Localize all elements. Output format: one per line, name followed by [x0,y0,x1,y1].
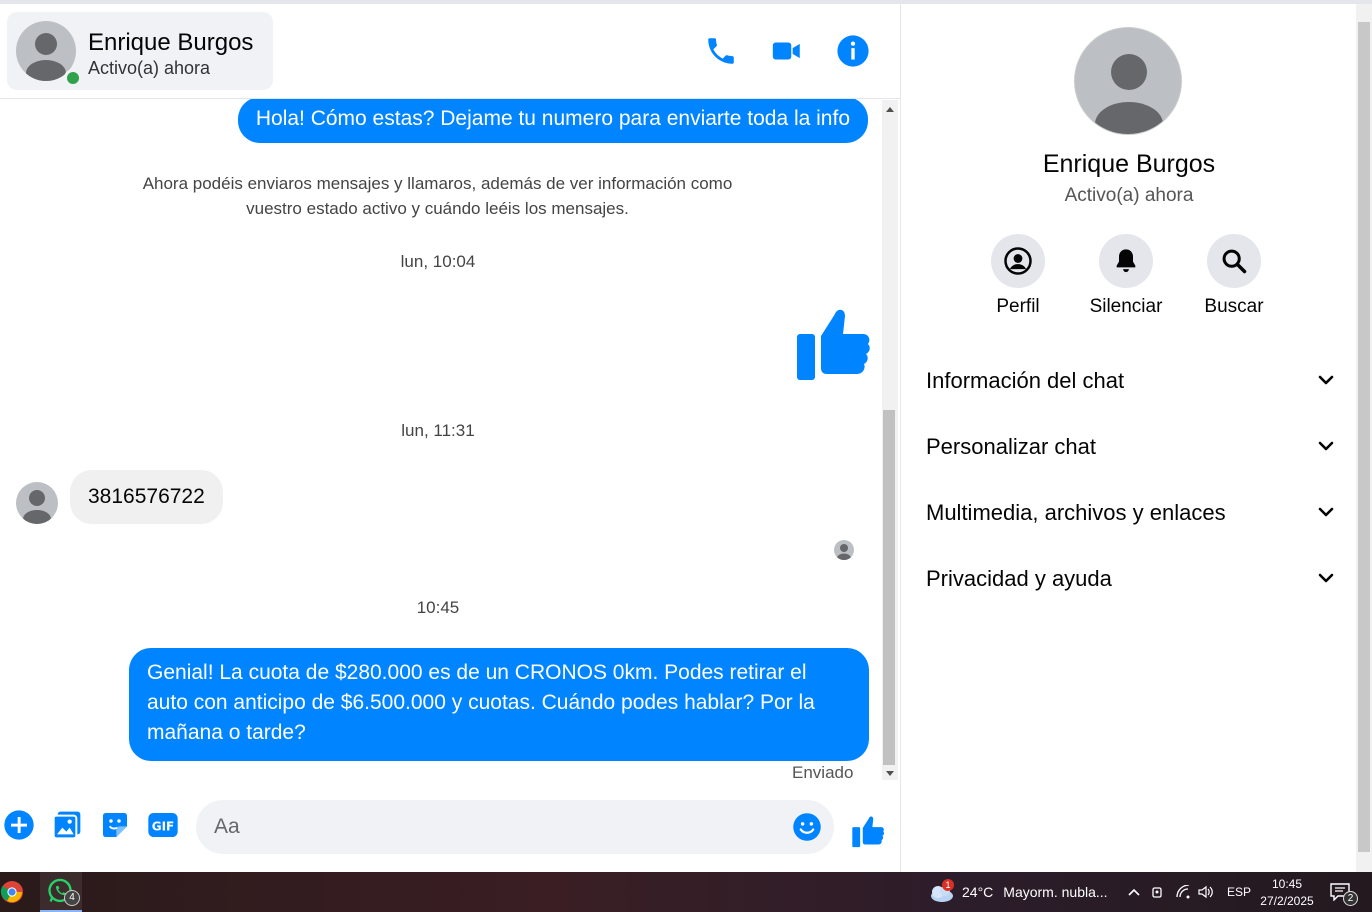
whatsapp-taskbar-button[interactable]: 4 [40,872,82,912]
composer-bar: GIF [0,794,900,864]
page-scrollbar[interactable] [1356,4,1372,872]
thumbs-up-sticker[interactable] [795,304,871,382]
messenger-window: Enrique Burgos Activo(a) ahora Hola! Cóm… [0,0,1372,912]
language-indicator[interactable]: ESP [1227,872,1251,912]
chevron-up-icon[interactable] [1127,872,1143,912]
action-label: Buscar [1204,296,1264,317]
whatsapp-badge: 4 [64,890,80,906]
section-label: Multimedia, archivos y enlaces [926,500,1226,525]
search-button[interactable]: Buscar [1184,234,1284,318]
message-bubble-outgoing[interactable]: Hola! Cómo estas? Dejame tu numero para … [237,99,868,143]
info-avatar[interactable] [1074,27,1182,135]
weather-text: Mayorm. nubla... [1003,884,1108,900]
chat-scrollbar[interactable] [882,100,898,780]
like-icon [797,309,870,380]
notifications-badge: 2 [1343,891,1358,906]
info-contact-status: Activo(a) ahora [1064,185,1194,206]
default-avatar-icon [1095,54,1163,134]
timestamp: 10:45 [416,598,460,617]
windows-taskbar: 4 1 24°C Mayorm. nubla... ESP 10:45 27/2… [0,872,1372,912]
message-input[interactable] [196,800,834,854]
section-label: Personalizar chat [926,434,1096,459]
language-text: ESP [1227,885,1252,899]
phone-icon[interactable] [704,34,738,68]
system-notice-line: vuestro estado activo y cuándo leéis los… [246,199,629,218]
video-call-icon[interactable] [770,34,804,68]
profile-button[interactable]: Perfil [968,234,1068,318]
meet-now-icon[interactable] [1151,872,1167,912]
sticker-icon[interactable] [99,809,131,841]
contact-status: Activo(a) ahora [88,58,211,78]
clock-date: 27/2/2025 [1260,893,1314,908]
message-bubble-incoming[interactable]: 3816576722 [70,470,223,524]
default-avatar-icon [837,544,851,560]
emoji-icon[interactable] [792,812,822,842]
bell-icon [1099,234,1153,288]
mute-button[interactable]: Silenciar [1076,234,1176,318]
plus-icon[interactable] [3,809,35,841]
sent-status: Enviado [792,763,854,782]
section-privacy-help[interactable]: Privacidad y ayuda [926,558,1336,602]
chat-header: Enrique Burgos Activo(a) ahora [0,4,900,99]
scroll-thumb[interactable] [883,410,895,765]
section-label: Información del chat [926,368,1125,393]
online-status-dot [64,69,82,87]
action-label: Silenciar [1089,296,1163,317]
gif-icon[interactable]: GIF [147,809,179,841]
scroll-up-arrow[interactable] [886,107,894,112]
weather-widget[interactable]: 24°C Mayorm. nubla... [962,872,1108,912]
chrome-icon[interactable] [0,872,24,912]
system-notice-line: Ahora podéis enviaros mensajes y llamaro… [142,174,733,193]
clock[interactable]: 10:45 27/2/2025 [1258,872,1316,912]
volume-icon[interactable] [1198,872,1216,912]
section-media-files-links[interactable]: Multimedia, archivos y enlaces [926,492,1336,536]
chevron-down-icon [1318,507,1334,517]
chat-info-panel: Enrique Burgos Activo(a) ahora Perfil Si… [902,4,1356,872]
weather-icon[interactable]: 1 [928,872,958,912]
section-label: Privacidad y ayuda [926,566,1112,591]
wifi-icon[interactable] [1175,872,1193,912]
clock-time: 10:45 [1271,876,1303,891]
notifications-icon[interactable]: 2 [1330,872,1360,912]
temperature: 24°C [962,884,994,900]
image-gallery-icon[interactable] [51,809,83,841]
timestamp: lun, 11:31 [401,421,475,440]
contact-header-button[interactable]: Enrique Burgos Activo(a) ahora [7,12,273,90]
message-list: Hola! Cómo estas? Dejame tu numero para … [0,99,882,784]
info-contact-name: Enrique Burgos [1042,150,1216,178]
timestamp: lun, 10:04 [400,252,476,271]
section-chat-info[interactable]: Información del chat [926,360,1336,404]
send-like-icon[interactable] [851,814,885,848]
info-icon[interactable] [836,34,870,68]
weather-badge: 1 [942,879,954,891]
message-bubble-outgoing[interactable]: Genial! La cuota de $280.000 es de un CR… [129,648,869,761]
profile-icon [991,234,1045,288]
contact-name: Enrique Burgos [88,29,254,56]
read-receipt-avatar [834,540,854,560]
section-customize-chat[interactable]: Personalizar chat [926,426,1336,470]
search-icon [1207,234,1261,288]
system-notice: Ahora podéis enviaros mensajes y llamaro… [110,171,765,221]
svg-text:GIF: GIF [152,820,175,834]
chevron-down-icon [1318,441,1334,451]
default-avatar-icon [23,490,51,524]
sender-avatar[interactable] [16,482,58,524]
chevron-down-icon [1318,573,1334,583]
scroll-down-arrow[interactable] [886,771,894,776]
page-scroll-thumb[interactable] [1358,22,1370,852]
chevron-down-icon [1318,375,1334,385]
action-label: Perfil [996,296,1040,317]
chat-pane: Enrique Burgos Activo(a) ahora Hola! Cóm… [0,4,901,872]
